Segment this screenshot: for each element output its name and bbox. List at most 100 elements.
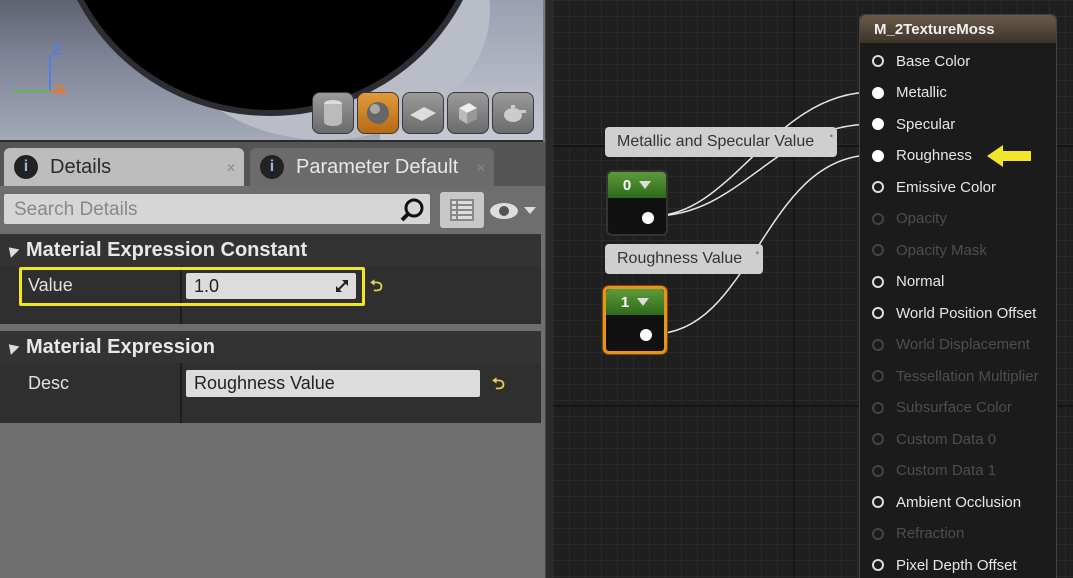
property-row-value: Value ⮌ [0,266,541,324]
axis-z-label: Z [52,42,62,59]
grid-icon [450,199,474,221]
reset-to-default-icon[interactable]: ⮌ [492,373,505,400]
constant-node-roughness[interactable]: 1 [603,286,667,354]
search-icon[interactable] [400,198,426,222]
input-pin[interactable] [872,149,884,162]
constant-value: 1 [620,293,630,311]
output-pin[interactable] [640,329,652,341]
tab-details[interactable]: i Details ✕ [4,148,244,186]
close-icon[interactable]: ✕ [226,161,236,175]
pin-label: Emissive Color [896,178,997,196]
comment-text: Roughness Value [617,250,743,267]
material-pin-custom-data-1: Custom Data 1 [872,461,996,481]
chevron-down-icon[interactable] [639,181,652,189]
preview-viewport[interactable]: Z X [0,0,543,142]
search-input[interactable] [12,197,396,223]
pin-label: Opacity [896,210,947,227]
material-pin-ambient-occlusion[interactable]: Ambient Occlusion [872,492,1021,512]
material-pin-base-color[interactable]: Base Color [872,51,970,71]
material-pin-subsurface-color: Subsurface Color [872,398,1012,418]
output-pin[interactable] [642,212,654,224]
view-options-button[interactable] [488,196,540,226]
section-title: Material Expression Constant [26,238,308,261]
chevron-down-icon[interactable] [637,298,650,306]
material-pin-tessellation-multiplier: Tessellation Multiplier [872,366,1039,386]
property-label: Desc [28,373,70,393]
comment-text: Metallic and Specular Value [617,133,815,150]
pin-label: Subsurface Color [896,399,1012,416]
input-pin[interactable] [872,118,884,130]
cylinder-preview-button[interactable] [312,92,354,134]
search-row [4,192,540,228]
input-pin[interactable] [872,55,884,67]
input-pin[interactable] [872,86,884,99]
plane-preview-button[interactable] [402,92,444,134]
input-pin[interactable] [872,181,884,193]
pin-label: Normal [896,273,945,290]
input-pin[interactable] [872,307,884,319]
teapot-preview-button[interactable] [492,92,534,134]
material-pin-roughness[interactable]: Roughness [872,146,972,166]
material-pin-normal[interactable]: Normal [872,272,944,292]
section-title: Material Expression [26,335,215,358]
material-pin-world-displacement: World Displacement [872,335,1030,355]
preview-shape-toolbar [312,92,534,134]
plane-icon [410,107,436,121]
pin-label: Base Color [896,52,971,70]
desc-field[interactable] [186,370,480,397]
cylinder-icon [324,100,342,126]
comment-metallic[interactable]: Metallic and Specular Value ▪ [605,127,837,157]
pin-label: Tessellation Multiplier [896,367,1039,385]
tab-parameter-default[interactable]: i Parameter Default ✕ [250,148,494,186]
teapot-icon [504,105,526,122]
property-matrix-button[interactable] [440,192,484,228]
material-pin-metallic[interactable]: Metallic [872,83,947,103]
close-icon[interactable]: ✕ [476,161,486,175]
highlight-arrow-icon [987,145,1031,167]
constant-node-header: 1 [606,289,664,315]
comment-roughness[interactable]: Roughness Value ▪ [605,244,763,274]
material-graph[interactable]: Metallic and Specular Value ▪ Roughness … [553,0,1073,578]
pin-label: World Displacement [896,336,1030,353]
material-title: M_2TextureMoss [874,20,995,38]
info-icon: i [260,155,284,179]
material-pin-opacity-mask: Opacity Mask [872,240,987,260]
property-row-desc: Desc ⮌ [0,363,541,423]
material-pin-refraction: Refraction [872,524,964,544]
pin-label: Custom Data 0 [896,430,997,448]
pin-label: Specular [896,115,956,133]
input-pin[interactable] [872,496,884,508]
material-result-node[interactable]: M_2TextureMoss Base Color Metallic Specula… [859,14,1057,578]
section-expression-header[interactable]: Material Expression [0,331,541,363]
pin-label: Ambient Occlusion [896,493,1022,511]
material-pin-emissive-color[interactable]: Emissive Color [872,177,996,197]
pin-label: Roughness [896,147,972,164]
material-pin-pixel-depth-offset[interactable]: Pixel Depth Offset [872,555,1017,575]
value-field[interactable] [186,273,356,299]
tab-details-label: Details [50,155,112,178]
material-pin-specular[interactable]: Specular [872,114,955,134]
search-box [4,194,430,224]
sphere-icon [367,102,389,124]
tab-parameter-default-label: Parameter Default [296,155,459,178]
input-pin [872,370,884,382]
expand-icon[interactable] [334,278,350,294]
material-pin-custom-data-0: Custom Data 0 [872,429,996,449]
cube-preview-button[interactable] [447,92,489,134]
pin-icon[interactable]: ▪ [829,131,833,142]
input-pin[interactable] [872,275,884,288]
input-pin [872,433,884,445]
pin-label: Pixel Depth Offset [896,556,1017,574]
input-pin [872,527,884,540]
pin-label: Custom Data 1 [896,462,997,479]
sphere-preview-button[interactable] [357,92,399,134]
constant-node-metallic[interactable]: 0 [606,170,668,236]
details-panel: Material Expression Constant Value ⮌ Mat… [0,186,545,578]
section-constant-header[interactable]: Material Expression Constant [0,234,541,266]
reset-to-default-icon[interactable]: ⮌ [370,275,383,302]
info-icon: i [14,155,38,179]
material-pin-world-position-offset[interactable]: World Position Offset [872,303,1036,323]
pin-icon[interactable]: ▪ [755,248,759,259]
input-pin[interactable] [872,559,884,571]
pin-label: Metallic [896,84,947,101]
